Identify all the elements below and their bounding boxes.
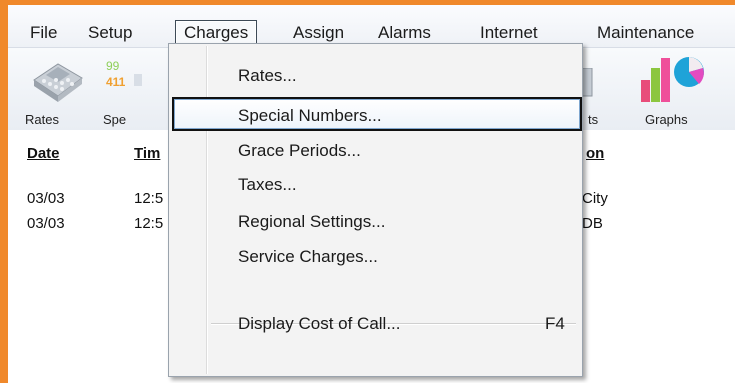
menu-item-service-charges[interactable]: Service Charges... [171,242,580,272]
charges-dropdown-menu: Rates... Special Numbers... Grace Period… [168,43,583,377]
menu-item-label: Service Charges... [238,247,378,266]
menu-assign[interactable]: Assign [293,21,344,45]
toolbar-rates-label[interactable]: Rates [25,112,59,127]
menu-item-label: Regional Settings... [238,212,386,231]
row-2-time[interactable]: 12:5 [134,215,163,232]
column-header-time[interactable]: Tim [134,145,160,162]
menu-file[interactable]: File [30,21,57,45]
toolbar-partial-label[interactable]: ts [588,112,598,127]
menu-item-special-numbers[interactable]: Special Numbers... [172,97,582,131]
column-header-date[interactable]: Date [27,145,60,162]
row-1-date[interactable]: 03/03 [27,190,65,207]
menu-alarms[interactable]: Alarms [378,21,431,45]
menu-setup[interactable]: Setup [88,21,132,45]
svg-text:99: 99 [106,59,120,73]
menu-item-display-cost-of-call[interactable]: Display Cost of Call... F4 [171,309,580,339]
calculator-icon[interactable] [26,58,86,108]
toolbar-graphs-label[interactable]: Graphs [645,112,688,127]
svg-text:411: 411 [106,75,126,89]
menu-item-grace-periods[interactable]: Grace Periods... [171,136,580,166]
menu-item-label: Display Cost of Call... [238,314,401,333]
special-numbers-icon[interactable]: 99 411 [106,56,142,104]
menu-item-label: Rates... [238,66,297,85]
application-window: File Setup Charges Assign Alarms Interne… [0,0,735,383]
window-border-left [0,0,8,383]
row-2-location[interactable]: DB [582,215,603,232]
menu-bar: File Setup Charges Assign Alarms Interne… [8,5,735,48]
menu-item-label: Taxes... [238,175,297,194]
menu-maintenance[interactable]: Maintenance [597,21,694,45]
menu-item-regional-settings[interactable]: Regional Settings... [171,207,580,237]
menu-internet[interactable]: Internet [480,21,538,45]
toolbar-special-label[interactable]: Spe [103,112,126,127]
row-2-date[interactable]: 03/03 [27,215,65,232]
menu-item-taxes[interactable]: Taxes... [171,170,580,200]
menu-item-label: Grace Periods... [238,141,361,160]
menu-item-rates[interactable]: Rates... [171,61,580,91]
column-header-location[interactable]: on [586,145,604,162]
menu-item-shortcut: F4 [545,314,565,333]
graphs-icon[interactable] [633,54,713,106]
row-1-time[interactable]: 12:5 [134,190,163,207]
row-1-location[interactable]: City [582,190,608,207]
menu-item-label: Special Numbers... [238,106,382,125]
